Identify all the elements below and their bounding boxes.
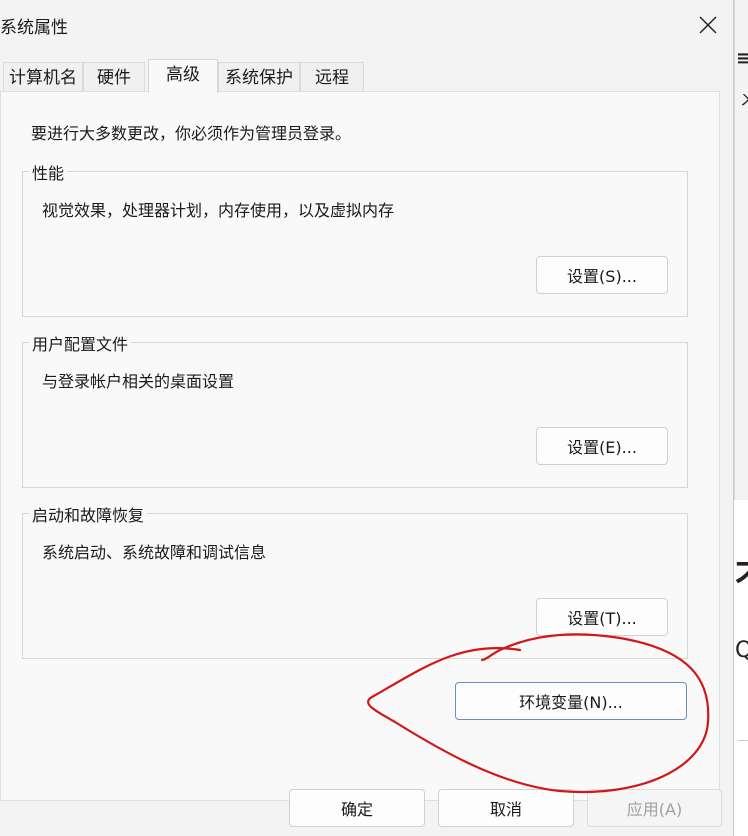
tab-computer-name[interactable]: 计算机名 [3, 62, 83, 92]
startup-recovery-settings-button[interactable]: 设置(T)... [536, 598, 668, 636]
ok-button[interactable]: 确定 [289, 789, 425, 827]
performance-description: 视觉效果，处理器计划，内存使用，以及虚拟内存 [42, 201, 395, 220]
system-properties-dialog: 系统属性 计算机名 硬件 高级 系统保护 远程 要进行大多数更改，你必须作为管理… [0, 0, 734, 836]
background-menu-icon: ≡ [736, 48, 748, 69]
background-heading-fragment: 不 [735, 550, 748, 599]
tab-hardware[interactable]: 硬件 [83, 62, 145, 92]
startup-recovery-group-title: 启动和故障恢复 [29, 502, 148, 526]
close-button[interactable] [688, 8, 728, 42]
close-icon [699, 16, 717, 34]
performance-group: 性能 视觉效果，处理器计划，内存使用，以及虚拟内存 设置(S)... [22, 160, 688, 317]
tab-system-protection[interactable]: 系统保护 [218, 62, 300, 92]
background-text-fragment: ㄨ [740, 86, 748, 110]
cancel-button[interactable]: 取消 [438, 789, 574, 827]
tab-strip: 计算机名 硬件 高级 系统保护 远程 [0, 59, 733, 93]
title-bar[interactable]: 系统属性 [0, 0, 733, 48]
tab-remote[interactable]: 远程 [300, 62, 364, 92]
user-profiles-settings-button[interactable]: 设置(E)... [536, 427, 668, 465]
apply-button[interactable]: 应用(A) [587, 789, 722, 827]
performance-group-title: 性能 [29, 160, 68, 184]
performance-settings-button[interactable]: 设置(S)... [536, 256, 668, 294]
background-divider [738, 740, 748, 741]
startup-recovery-group: 启动和故障恢复 系统启动、系统故障和调试信息 设置(T)... [22, 502, 688, 659]
background-text-fragment-q: Q [735, 638, 748, 663]
tab-advanced[interactable]: 高级 [148, 59, 218, 93]
startup-recovery-description: 系统启动、系统故障和调试信息 [42, 543, 267, 562]
environment-variables-button[interactable]: 环境变量(N)... [455, 682, 687, 720]
user-profiles-group-title: 用户配置文件 [29, 331, 132, 355]
window-title: 系统属性 [0, 18, 68, 38]
user-profiles-group: 用户配置文件 与登录帐户相关的桌面设置 设置(E)... [22, 331, 688, 488]
admin-notice: 要进行大多数更改，你必须作为管理员登录。 [31, 124, 352, 143]
user-profiles-description: 与登录帐户相关的桌面设置 [42, 372, 235, 391]
